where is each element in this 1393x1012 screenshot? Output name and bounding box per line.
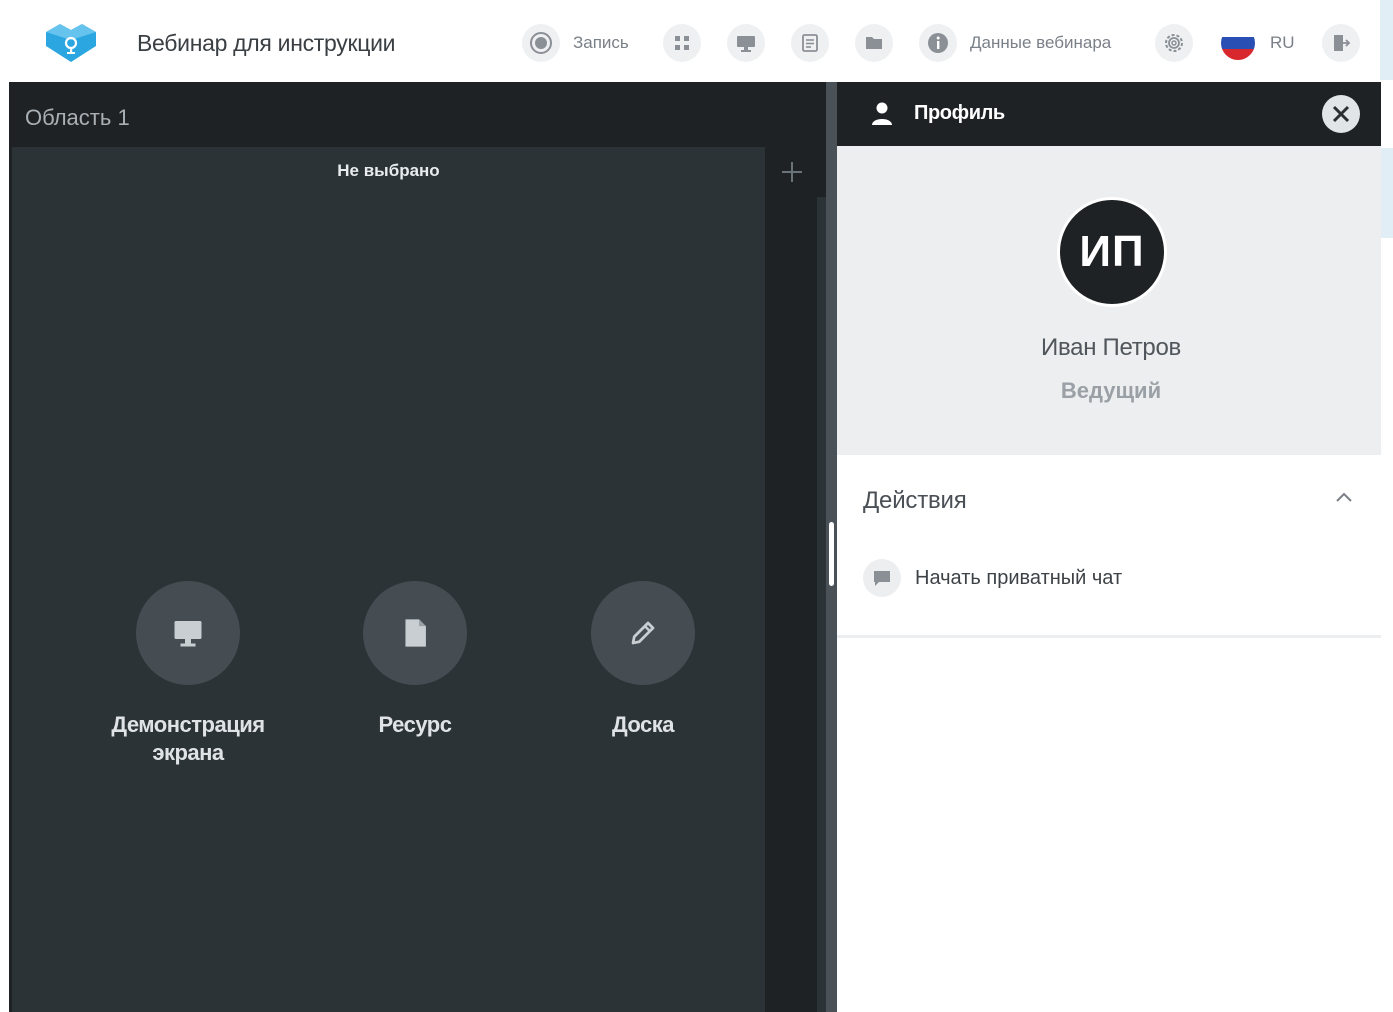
actions-title[interactable]: Действия: [863, 487, 967, 515]
profile-card: ИП Иван Петров Ведущий: [837, 146, 1381, 455]
add-tab-button[interactable]: [767, 147, 817, 197]
choice-label: Демонстрация экрана: [111, 712, 265, 765]
action-label[interactable]: Начать приватный чат: [915, 567, 1122, 590]
actions-section: Действия Начать приватный чат: [837, 455, 1381, 638]
record-icon: [530, 32, 552, 54]
record-button[interactable]: [522, 24, 560, 62]
avatar: ИП: [1057, 197, 1167, 307]
choice-whiteboard[interactable]: Доска: [558, 581, 728, 739]
resource-circle[interactable]: [363, 581, 467, 685]
choice-label: Ресурс: [378, 712, 452, 737]
webinar-info-button[interactable]: [919, 24, 957, 62]
flag-ru-icon: [1221, 26, 1255, 60]
files-button[interactable]: [855, 24, 893, 62]
webinar-data-label[interactable]: Данные вебинара: [970, 33, 1111, 53]
monitor-icon: [737, 36, 755, 52]
gear-icon: [1165, 34, 1183, 52]
edge-decoration: [1380, 148, 1393, 238]
presentation-area: Область 1 Не выбрано Демонстрация экрана…: [9, 82, 826, 1012]
choice-label: Доска: [611, 712, 675, 737]
language-button[interactable]: [1219, 24, 1257, 62]
settings-button[interactable]: [1155, 24, 1193, 62]
screen-share-circle[interactable]: [136, 581, 240, 685]
chat-icon-wrap: [863, 559, 901, 597]
file-icon: [405, 619, 426, 647]
user-role: Ведущий: [1060, 378, 1162, 403]
close-icon: [1332, 105, 1350, 123]
document-icon: [802, 34, 818, 52]
content-board: Не выбрано Демонстрация экрана Ресурс До…: [12, 147, 765, 1012]
chat-icon: [874, 571, 890, 586]
choice-screen-share[interactable]: Демонстрация экрана: [103, 581, 273, 767]
folder-icon: [866, 37, 882, 49]
whiteboard-circle[interactable]: [591, 581, 695, 685]
panel-title: Профиль: [914, 102, 1005, 124]
user-name: Иван Петров: [1041, 334, 1181, 361]
screen-share-button[interactable]: [727, 24, 765, 62]
info-icon: [928, 33, 948, 53]
logo-icon: [46, 24, 96, 62]
language-label[interactable]: RU: [1270, 33, 1295, 53]
edge-decoration: [1380, 0, 1393, 80]
record-label[interactable]: Запись: [573, 33, 629, 53]
area-title: Область 1: [25, 105, 130, 130]
exit-button[interactable]: [1322, 24, 1360, 62]
choice-resource[interactable]: Ресурс: [330, 581, 500, 739]
exit-icon: [1334, 35, 1351, 51]
board-edge: [817, 197, 826, 1012]
chevron-up-icon[interactable]: [1335, 491, 1353, 503]
resize-handle[interactable]: [829, 522, 834, 586]
private-chat-action[interactable]: Начать приватный чат: [863, 559, 1122, 597]
board-tab[interactable]: Не выбрано: [12, 161, 765, 181]
notes-button[interactable]: [791, 24, 829, 62]
layout-button[interactable]: [663, 24, 701, 62]
top-bar: Вебинар для инструкции Запись Данные веб…: [0, 0, 1393, 82]
plus-icon: [782, 162, 802, 182]
user-icon: [872, 102, 892, 125]
pencil-icon: [631, 621, 655, 645]
grid-icon: [675, 36, 689, 50]
profile-panel-header: Профиль: [837, 82, 1381, 146]
monitor-icon: [174, 621, 202, 647]
close-panel-button[interactable]: [1322, 95, 1360, 133]
webinar-title: Вебинар для инструкции: [137, 30, 396, 56]
